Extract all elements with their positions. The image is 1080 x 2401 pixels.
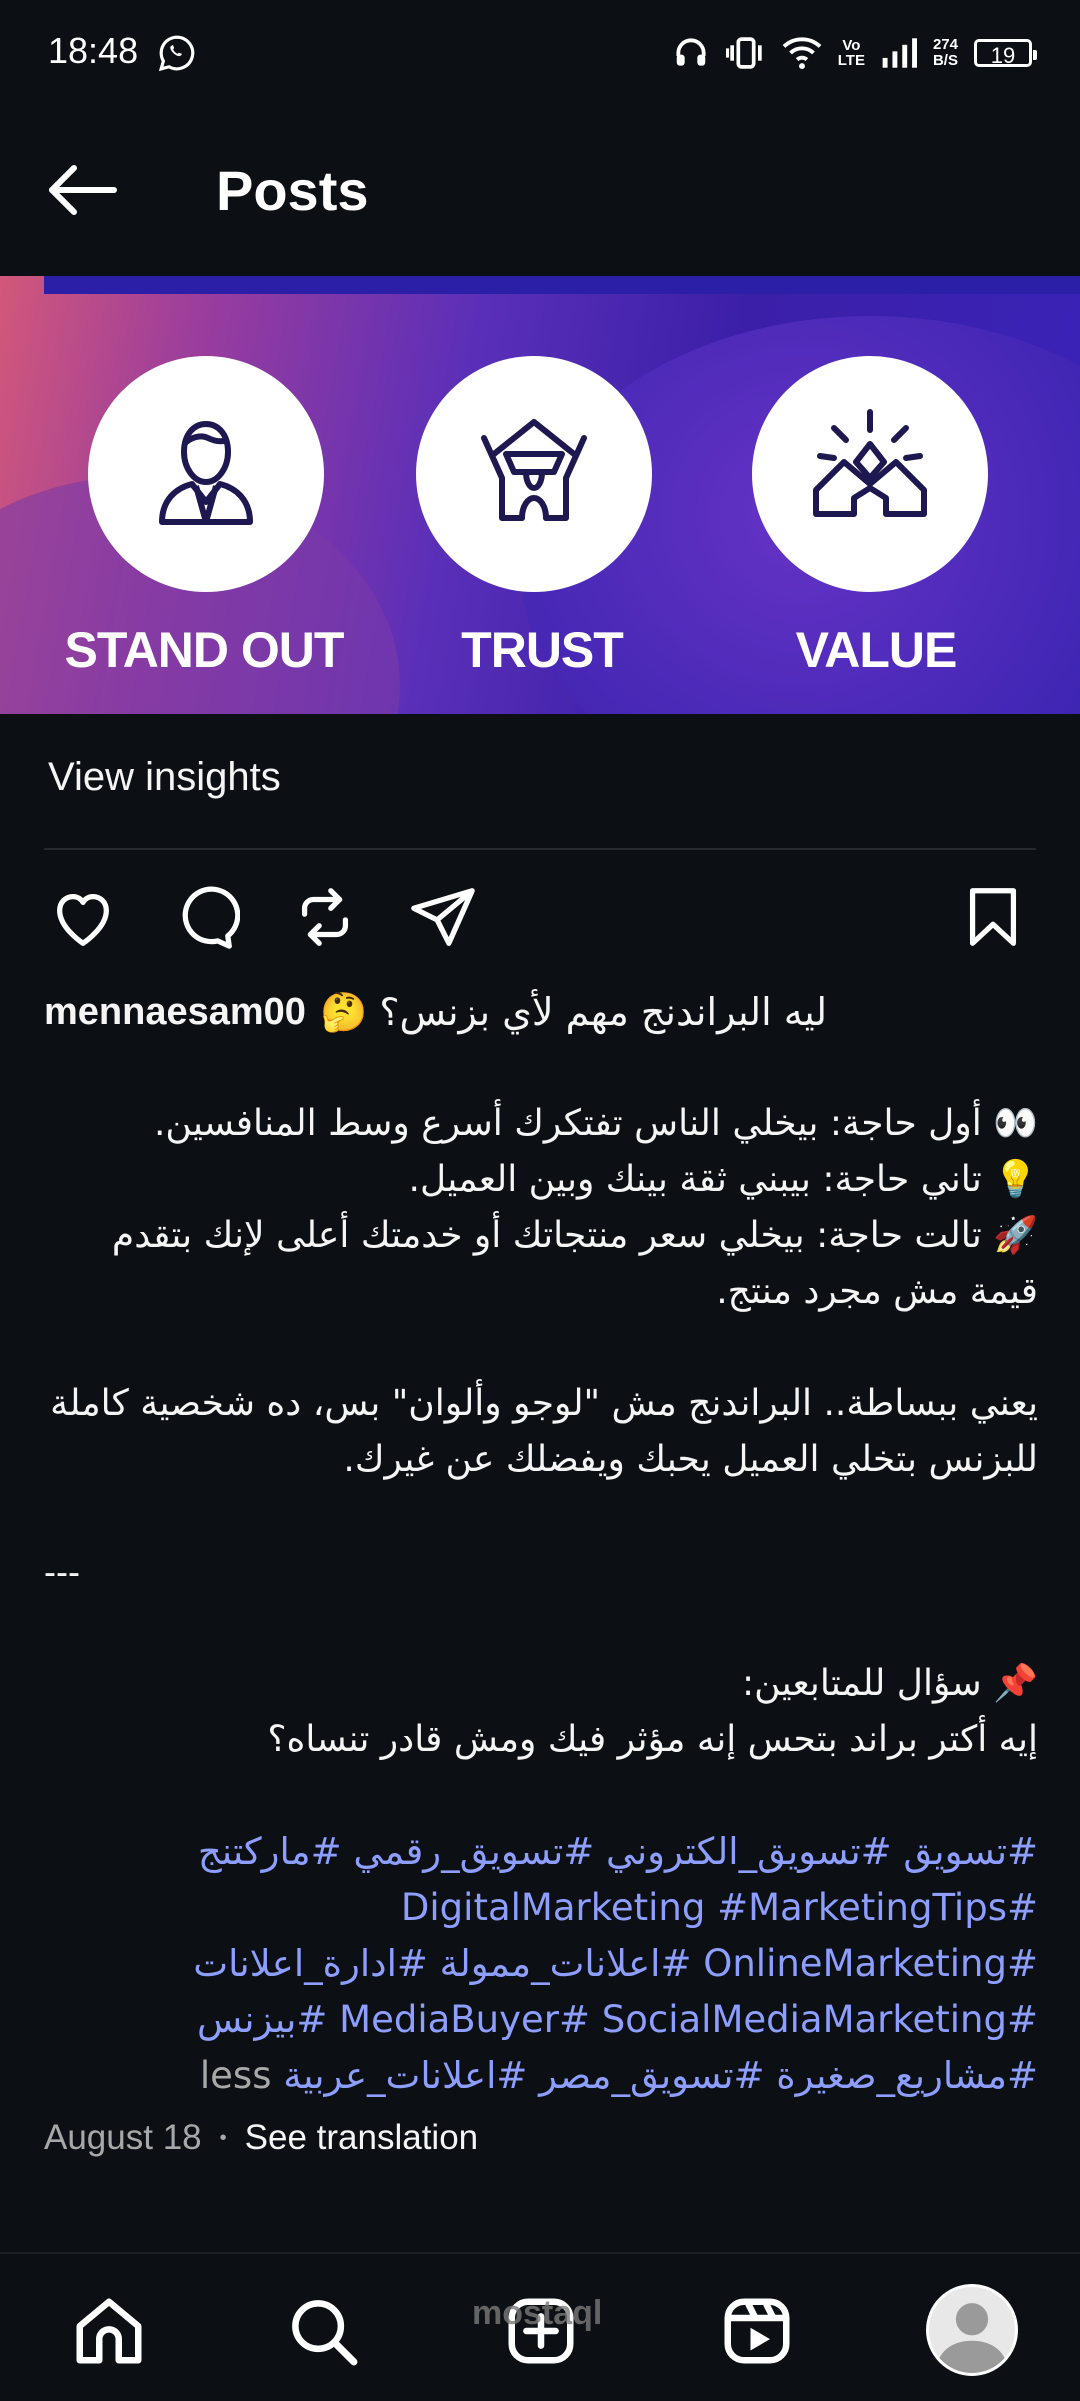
divider (44, 848, 1036, 850)
wifi-icon (782, 37, 822, 70)
banner-strip (44, 276, 1080, 294)
caption-question: 📌 سؤال للمتابعين: إيه أكتر براند بتحس إن… (44, 1656, 1038, 1768)
caption-summary: يعني ببساطة.. البراندنج مش "لوجو وألوان"… (44, 1376, 1038, 1488)
post-actions (0, 876, 1080, 960)
home-icon[interactable] (70, 2292, 148, 2370)
status-bar: 18:48 Vo LTE 274 B/S 19 (0, 0, 1080, 110)
app-header: Posts (0, 130, 1080, 250)
banner-label-stand-out: STAND OUT (64, 622, 345, 678)
post-meta: August 18 • See translation (44, 2118, 478, 2158)
battery-icon: 19 (974, 39, 1037, 68)
reels-icon[interactable] (718, 2292, 796, 2370)
volte-bottom: LTE (837, 52, 865, 69)
diamond-hands-icon (813, 409, 927, 517)
caption-username[interactable]: mennaesam00 (44, 984, 306, 1040)
caption-points: 👀 أول حاجة: بيخلي الناس تفتكرك أسرع وسط … (44, 1096, 1038, 1320)
stand-out-badge (88, 356, 324, 592)
caption-first-line: mennaesam00 ليه البراندنج مهم لأي بزنس؟ … (44, 984, 1038, 1040)
hashtag-line[interactable]: #تسويق #تسويق_الكتروني #تسويق_رقمي #مارك… (44, 1824, 1038, 1880)
see-translation-link[interactable]: See translation (245, 2118, 478, 2158)
hashtag-line[interactable]: #OnlineMarketing #اعلانات_ممولة #ادارة_ا… (44, 1936, 1038, 1992)
banner-label-value: VALUE (795, 622, 958, 678)
whatsapp-icon (158, 35, 195, 72)
caption-line: 👀 أول حاجة: بيخلي الناس تفتكرك أسرع وسط … (153, 1103, 1038, 1144)
person-icon (159, 421, 253, 525)
hashtag-line[interactable]: #MediaBuyer# SocialMediaMarketing #بيزنس (44, 1992, 1038, 2048)
caption-line: 📌 سؤال للمتابعين: (742, 1663, 1038, 1704)
trust-badge (416, 356, 652, 592)
search-icon[interactable] (284, 2292, 362, 2370)
net-speed-value: 274 (932, 36, 958, 53)
comment-icon[interactable] (166, 882, 240, 952)
less-toggle[interactable]: less (200, 2054, 272, 2097)
hashtag-line[interactable]: #مشاريع_صغيرة #تسويق_مصر #اعلانات_عربية (283, 2054, 1038, 2097)
caption-hashtags: #تسويق #تسويق_الكتروني #تسويق_رقمي #مارك… (44, 1824, 1038, 2104)
net-speed-unit: B/S (932, 52, 958, 69)
post-date: August 18 (44, 2118, 202, 2157)
post-caption: mennaesam00 ليه البراندنج مهم لأي بزنس؟ … (44, 984, 1038, 1040)
caption-line: 💡 تاني حاجة: بيبني ثقة بينك وبين العميل. (408, 1159, 1038, 1200)
status-time: 18:48 (48, 30, 139, 71)
save-bookmark-icon[interactable] (958, 882, 1028, 952)
network-speed: 274 B/S (933, 37, 958, 69)
caption-line: يعني ببساطة.. البراندنج مش "لوجو وألوان"… (50, 1383, 1038, 1424)
vibrate-icon (725, 37, 762, 69)
post-image[interactable]: STAND OUT TRUST VALUE (0, 276, 1080, 714)
hashtag-line[interactable]: #DigitalMarketing #MarketingTips (44, 1880, 1038, 1936)
caption-title: ليه البراندنج مهم لأي بزنس؟ 🤔 (319, 990, 828, 1034)
hashtag-line-last: #مشاريع_صغيرة #تسويق_مصر #اعلانات_عربية … (44, 2048, 1038, 2104)
volte-top: Vo (842, 37, 861, 54)
banner-label-trust: TRUST (461, 622, 624, 678)
meta-separator: • (219, 2126, 227, 2149)
repost-icon[interactable] (288, 882, 362, 952)
view-insights-link[interactable]: View insights (48, 755, 281, 800)
profile-avatar[interactable] (926, 2284, 1018, 2376)
watermark-logo: mostaql (472, 2294, 603, 2332)
volte-indicator: Vo LTE (838, 38, 865, 68)
caption-line: للبزنس بتخلي العميل يحبك ويفضلك عن غيرك. (343, 1439, 1038, 1480)
handshake-house-icon (481, 419, 587, 521)
bottom-navigation: mostaql (0, 2252, 1080, 2401)
caption-line: 🚀 تالت حاجة: بيخلي سعر منتجاتك أو خدمتك … (111, 1215, 1038, 1256)
default-avatar-icon (936, 2303, 1008, 2373)
page-title: Posts (216, 159, 369, 222)
value-badge (752, 356, 988, 592)
signal-icon (882, 38, 917, 68)
like-heart-icon[interactable] (46, 882, 120, 952)
share-send-icon[interactable] (406, 882, 480, 952)
headset-icon (676, 38, 706, 66)
back-arrow-icon[interactable] (44, 160, 124, 220)
caption-line: إيه أكتر براند بتحس إنه مؤثر فيك ومش قاد… (267, 1719, 1038, 1760)
caption-separator: --- (44, 1551, 80, 1592)
caption-line: قيمة مش مجرد منتج. (716, 1271, 1038, 1312)
